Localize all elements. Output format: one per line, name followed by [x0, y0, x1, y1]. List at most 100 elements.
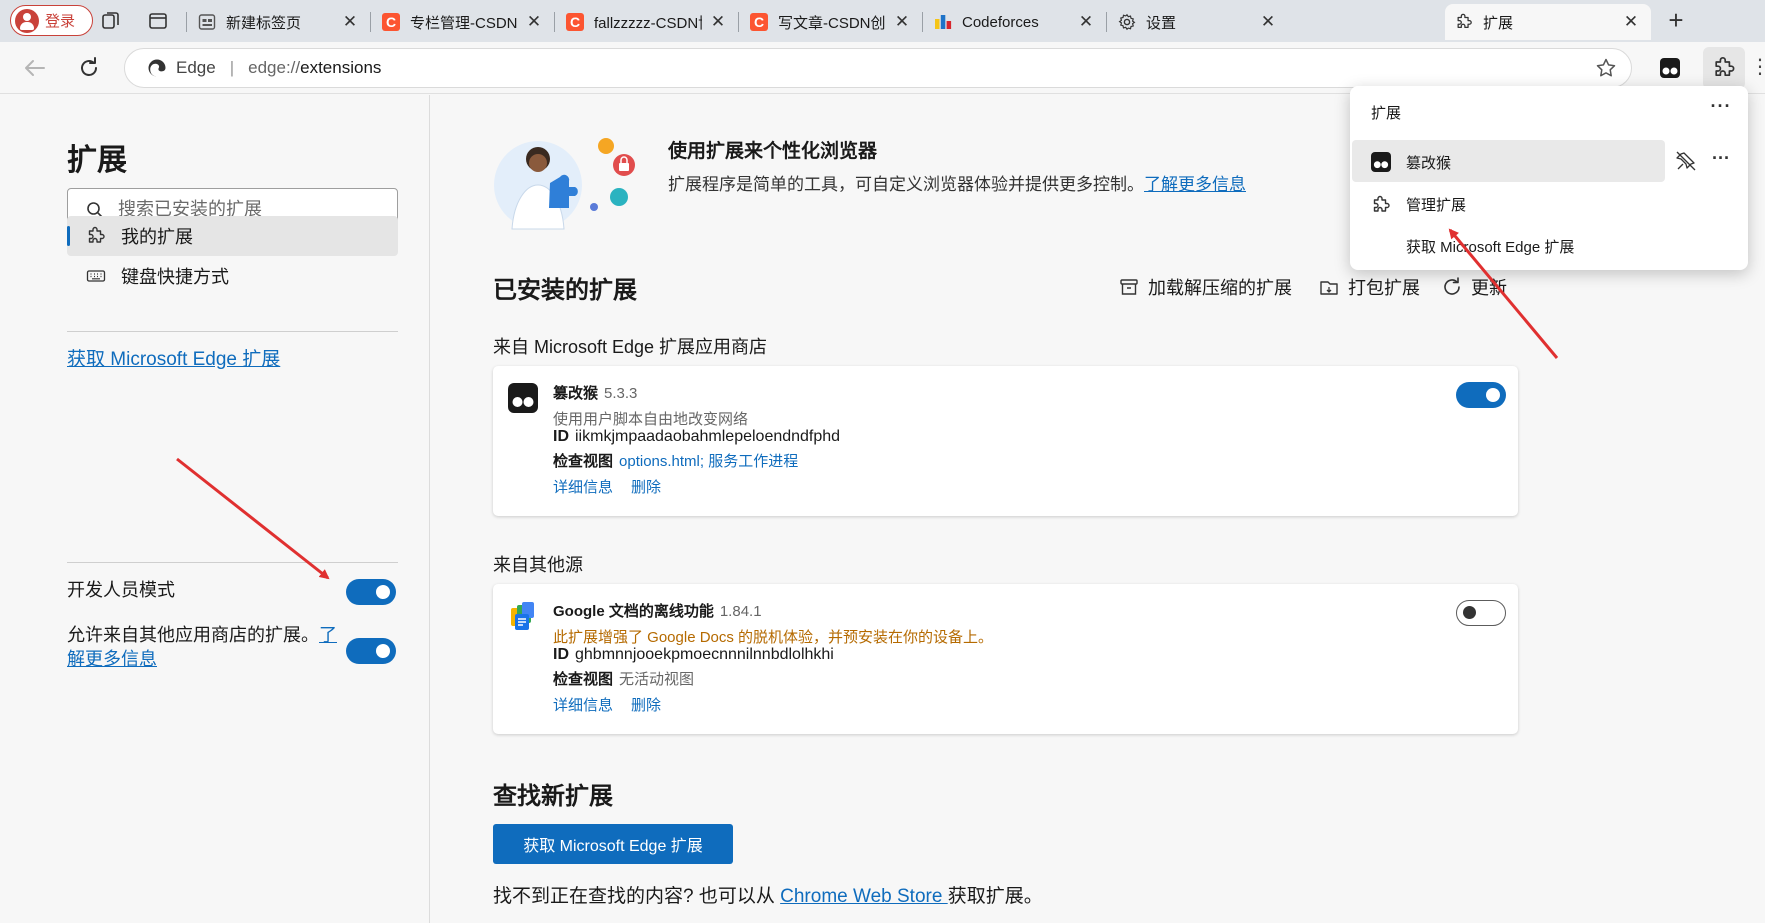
- sidebar-divider: [67, 331, 398, 332]
- tab-close-icon[interactable]: ✕: [1621, 12, 1641, 32]
- tab-close-icon[interactable]: ✕: [892, 12, 912, 32]
- hero-learn-more-link[interactable]: 了解更多信息: [1144, 175, 1246, 194]
- tab-title: Codeforces: [962, 13, 1039, 31]
- extension-enable-toggle[interactable]: [1456, 600, 1506, 626]
- address-bar[interactable]: Edge | edge://extensions: [124, 48, 1632, 88]
- browser-menu-button[interactable]: ⋮: [1750, 52, 1765, 84]
- tab-codeforces[interactable]: Codeforces ✕: [924, 4, 1106, 40]
- installed-extensions-title: 已安装的扩展: [493, 277, 637, 304]
- extension-id: ghbmnnjooekpmoecnnnilnnbdlolhkhi: [575, 646, 834, 663]
- extension-id-line: ID iikmkjmpaadaobahmlepeloendndfphd: [553, 428, 840, 446]
- url-scheme: edge://: [248, 58, 301, 77]
- tab-csdn-column[interactable]: C 专栏管理-CSDN创作 ✕: [372, 4, 554, 40]
- extension-id-label: ID: [553, 646, 569, 663]
- extension-enable-toggle[interactable]: [1456, 382, 1506, 408]
- details-link[interactable]: 详细信息: [553, 479, 613, 496]
- tab-extensions[interactable]: 扩展 ✕: [1445, 4, 1651, 40]
- allow-other-stores-toggle[interactable]: [346, 638, 396, 664]
- manage-extensions-item[interactable]: 管理扩展: [1371, 194, 1466, 215]
- chrome-web-store-link[interactable]: Chrome Web Store: [780, 886, 948, 907]
- keyboard-icon: [85, 265, 107, 287]
- update-label: 更新: [1471, 278, 1507, 298]
- update-button[interactable]: 更新: [1441, 274, 1507, 300]
- load-unpacked-label: 加载解压缩的扩展: [1148, 278, 1292, 298]
- tab-close-icon[interactable]: ✕: [1258, 12, 1278, 32]
- tab-close-icon[interactable]: ✕: [708, 12, 728, 32]
- codeforces-icon: [934, 13, 952, 31]
- tampermonkey-icon: [1371, 152, 1391, 172]
- workspaces-icon[interactable]: [99, 9, 123, 33]
- csdn-icon: C: [382, 13, 400, 31]
- details-link[interactable]: 详细信息: [553, 697, 613, 714]
- tampermonkey-icon: [1660, 58, 1680, 78]
- sidebar-title: 扩展: [67, 144, 127, 177]
- tab-title: 设置: [1146, 14, 1177, 32]
- load-unpacked-button[interactable]: 加载解压缩的扩展: [1118, 274, 1292, 300]
- inspect-view-link[interactable]: options.html; 服务工作进程: [619, 453, 798, 470]
- sidebar-item-label: 键盘快捷方式: [121, 267, 229, 287]
- back-arrow-icon[interactable]: [20, 54, 50, 82]
- tab-new-tab[interactable]: 新建标签页 ✕: [188, 4, 370, 40]
- developer-mode-toggle[interactable]: [346, 579, 396, 605]
- allow-other-stores-text: 允许来自其他应用商店的扩展。: [67, 625, 319, 645]
- inspect-views-label: 检查视图: [553, 453, 614, 470]
- pack-extension-button[interactable]: 打包扩展: [1318, 274, 1420, 300]
- extension-card-google-docs-offline: Google 文档的离线功能 1.84.1 此扩展增强了 Google Docs …: [493, 584, 1518, 734]
- tab-close-icon[interactable]: ✕: [1076, 12, 1096, 32]
- tab-title: 写文章-CSDN创作中: [778, 14, 886, 32]
- hero-title: 使用扩展来个性化浏览器: [668, 141, 878, 162]
- tab-csdn-blog[interactable]: C fallzzzzz-CSDN博客 ✕: [556, 4, 738, 40]
- hero-illustration: [494, 138, 635, 230]
- get-extensions-button[interactable]: 获取 Microsoft Edge 扩展: [493, 824, 733, 864]
- unpin-icon[interactable]: [1675, 150, 1697, 172]
- new-tab-page-icon: [198, 13, 216, 31]
- sidebar-divider: [67, 562, 398, 563]
- tab-separator: [186, 12, 187, 32]
- extensions-toolbar-button[interactable]: [1703, 47, 1745, 89]
- tab-close-icon[interactable]: ✕: [340, 12, 360, 32]
- sidebar-item-my-extensions[interactable]: 我的扩展: [67, 216, 398, 256]
- sidebar: 扩展 我的扩展 键盘快捷方式 获取 Microsoft Edge 扩展 开发人员…: [0, 95, 430, 923]
- popup-get-extensions-item[interactable]: 获取 Microsoft Edge 扩展: [1406, 236, 1574, 257]
- extension-links: 详细信息 删除: [553, 476, 679, 497]
- get-extensions-link[interactable]: 获取 Microsoft Edge 扩展: [67, 344, 280, 371]
- google-docs-offline-icon: [511, 602, 534, 630]
- popup-row-more-icon[interactable]: ···: [1707, 148, 1735, 172]
- allow-other-stores-label: 允许来自其他应用商店的扩展。了解更多信息: [67, 623, 337, 671]
- popup-extension-row[interactable]: 篡改猴 ···: [1350, 140, 1748, 182]
- footer-prefix: 找不到正在查找的内容? 也可以从: [493, 886, 781, 907]
- tab-separator: [370, 12, 371, 32]
- no-active-views: 无活动视图: [619, 671, 695, 688]
- tab-close-icon[interactable]: ✕: [524, 12, 544, 32]
- login-button[interactable]: 登录: [10, 5, 93, 36]
- extension-description: 使用用户脚本自由地改变网络: [553, 411, 749, 428]
- tab-settings[interactable]: 设置 ✕: [1108, 4, 1288, 40]
- remove-link[interactable]: 删除: [631, 697, 661, 714]
- new-tab-button[interactable]: +: [1659, 6, 1693, 36]
- extension-name-line: Google 文档的离线功能 1.84.1: [553, 600, 762, 621]
- load-unpacked-icon: [1118, 276, 1140, 298]
- popup-more-icon[interactable]: ···: [1707, 96, 1735, 120]
- tab-title: 扩展: [1483, 14, 1514, 32]
- csdn-icon: C: [566, 13, 584, 31]
- tab-separator: [554, 12, 555, 32]
- browser-brand: Edge: [176, 58, 216, 77]
- hero-description-text: 扩展程序是简单的工具，可自定义浏览器体验并提供更多控制。: [668, 175, 1144, 194]
- extensions-popup: 扩展 ··· 篡改猴 ··· 管理扩展 获取 Microsoft Edge 扩展: [1350, 86, 1748, 270]
- favorite-star-icon[interactable]: [1595, 57, 1617, 79]
- manage-extensions-label: 管理扩展: [1406, 197, 1467, 214]
- remove-link[interactable]: 删除: [631, 479, 661, 496]
- tab-strip: 登录 新建标签页 ✕ C 专栏管理-CSDN创作 ✕ C fallzzzzz-C…: [0, 0, 1765, 42]
- tab-csdn-write[interactable]: C 写文章-CSDN创作中 ✕: [740, 4, 922, 40]
- popup-row-highlight: [1352, 140, 1665, 182]
- reload-icon[interactable]: [74, 54, 104, 82]
- from-other-source-heading: 来自其他源: [493, 555, 583, 575]
- tampermonkey-toolbar-button[interactable]: [1655, 53, 1685, 83]
- tab-title: fallzzzzz-CSDN博客: [594, 14, 702, 32]
- tab-separator: [738, 12, 739, 32]
- tab-actions-icon[interactable]: [146, 9, 170, 33]
- url-path: extensions: [300, 58, 382, 77]
- sidebar-item-keyboard-shortcuts[interactable]: 键盘快捷方式: [67, 256, 398, 296]
- puzzle-icon: [1715, 56, 1735, 77]
- extension-version: 1.84.1: [719, 603, 762, 620]
